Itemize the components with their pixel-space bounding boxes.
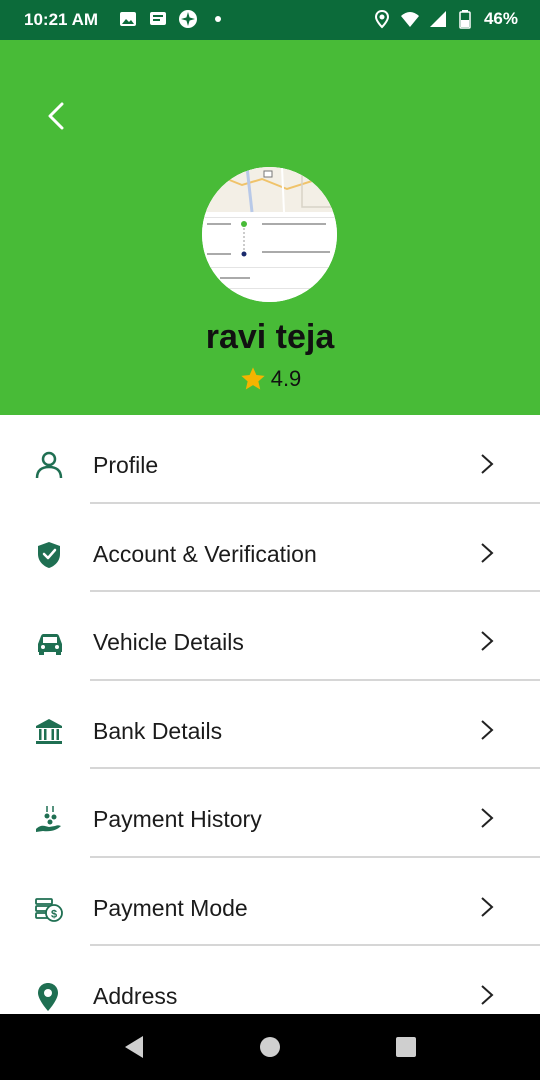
shield-check-icon xyxy=(38,541,60,568)
menu-item-bank-details[interactable]: Bank Details xyxy=(0,681,540,769)
rating-value: 4.9 xyxy=(270,366,302,391)
settings-menu: Profile Account & Verification Vehicle D… xyxy=(0,415,540,1035)
avatar-image xyxy=(202,167,337,302)
menu-item-profile[interactable]: Profile xyxy=(0,415,540,504)
menu-item-label: Payment History xyxy=(93,806,262,832)
home-circle-icon[interactable] xyxy=(257,1034,283,1060)
map-pin-icon xyxy=(38,983,58,1011)
recents-square-icon[interactable] xyxy=(393,1034,419,1060)
star-icon xyxy=(241,367,265,390)
menu-item-label: Account & Verification xyxy=(93,540,317,567)
menu-item-label: Payment Mode xyxy=(93,894,248,921)
chevron-right-icon xyxy=(481,719,494,740)
menu-item-account-verification[interactable]: Account & Verification xyxy=(0,504,540,592)
chevron-right-icon xyxy=(481,985,494,1005)
image-icon xyxy=(120,12,136,26)
battery-percent: 46% xyxy=(483,9,518,28)
profile-name: ravi teja xyxy=(205,318,335,356)
dot-icon xyxy=(215,16,221,22)
svg-text:$: $ xyxy=(51,908,57,920)
chevron-right-icon xyxy=(481,542,494,563)
chevron-right-icon xyxy=(481,454,494,474)
car-icon xyxy=(38,634,62,655)
avatar[interactable] xyxy=(202,167,337,302)
signal-icon xyxy=(429,11,446,27)
back-triangle-icon[interactable] xyxy=(121,1034,147,1060)
menu-item-label: Vehicle Details xyxy=(93,629,244,655)
menu-item-label: Address xyxy=(93,983,178,1009)
chevron-right-icon xyxy=(481,631,494,651)
status-bar: 10:21 AM 46% xyxy=(0,0,540,40)
back-chevron-icon[interactable] xyxy=(38,98,74,134)
hand-coins-icon xyxy=(36,806,61,832)
rating: 4.9 xyxy=(0,365,540,393)
system-nav-bar xyxy=(0,1014,540,1080)
person-icon xyxy=(35,451,63,479)
chevron-right-icon xyxy=(481,896,494,917)
profile-header: ravi teja 4.9 xyxy=(0,40,540,415)
wifi-icon xyxy=(400,12,419,27)
location-icon xyxy=(374,9,389,29)
menu-item-vehicle-details[interactable]: Vehicle Details xyxy=(0,592,540,681)
menu-item-label: Bank Details xyxy=(93,717,223,744)
compass-icon xyxy=(179,10,197,28)
menu-item-payment-history[interactable]: Payment History xyxy=(0,769,540,858)
bank-icon xyxy=(36,718,62,744)
battery-icon xyxy=(459,10,471,29)
status-time: 10:21 AM xyxy=(24,10,99,29)
message-icon xyxy=(150,12,166,25)
chevron-right-icon xyxy=(481,808,494,828)
menu-item-payment-mode[interactable]: $ Payment Mode xyxy=(0,858,540,946)
money-stack-icon: $ xyxy=(35,897,63,922)
menu-item-label: Profile xyxy=(93,452,159,478)
